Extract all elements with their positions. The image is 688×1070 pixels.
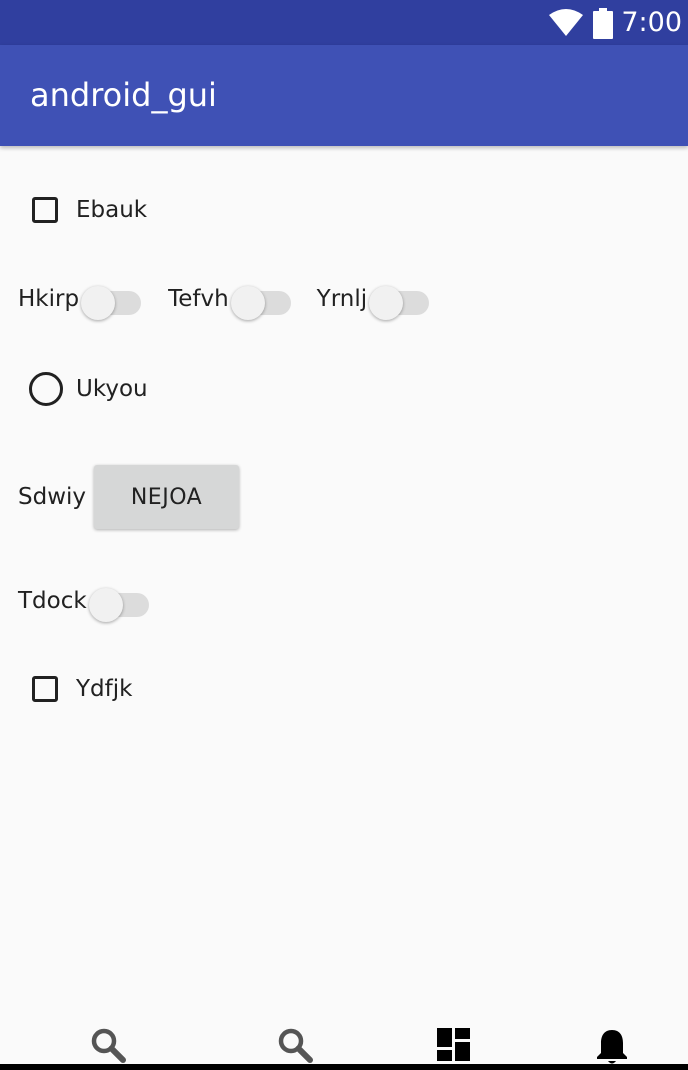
switches-row: Hkirp Tefvh Yrnlj [18,278,431,320]
nav-item-notifications[interactable] [592,1026,632,1066]
radio-ukyou-label: Ukyou [76,376,148,402]
switch-hkirp[interactable] [81,282,143,320]
sdwiy-label: Sdwiy [18,484,87,510]
switch-tdock-label: Tdock [18,588,87,614]
button-row-sdwiy: Sdwiy NEJOA [18,464,240,530]
bell-icon [597,1030,627,1064]
checkbox-row-ebauk[interactable]: Ebauk [0,192,147,228]
switch-yrnlj-label: Yrnlj [316,286,368,312]
nav-item-dashboard[interactable] [434,1026,474,1066]
dashboard-icon [437,1028,470,1061]
checkbox-ydfjk[interactable] [32,676,58,702]
app-bar: android_gui [0,45,688,146]
content-area: Ebauk Hkirp Tefvh Yrnlj Ukyou Sdwiy NEJO… [0,146,688,1016]
radio-row-ukyou[interactable]: Ukyou [0,370,148,408]
search-icon [91,1028,126,1063]
radio-ukyou[interactable] [29,372,63,406]
status-icons: 7:00 [549,4,682,42]
battery-icon [593,7,614,39]
switch-hkirp-thumb[interactable] [81,286,116,320]
app-title: android_gui [30,76,217,114]
switch-row-tdock: Tdock [18,580,151,622]
nav-item-search-1[interactable] [89,1026,129,1066]
status-bar: 7:00 [0,0,688,45]
switch-tefvh-label: Tefvh [168,286,229,312]
system-nav-edge [0,1064,688,1070]
nav-item-search-2[interactable] [276,1026,316,1066]
status-time: 7:00 [621,7,682,38]
switch-tefvh[interactable] [230,282,293,320]
nejoa-button[interactable]: NEJOA [94,465,240,529]
switch-group-tefvh[interactable]: Tefvh [168,282,293,320]
switch-yrnlj[interactable] [369,282,431,320]
switch-tdock[interactable] [88,584,151,622]
wifi-icon [549,9,584,36]
switch-group-tdock[interactable]: Tdock [18,584,151,622]
switch-yrnlj-thumb[interactable] [369,286,404,320]
search-icon [278,1028,313,1063]
switch-hkirp-label: Hkirp [18,286,80,312]
switch-tefvh-thumb[interactable] [230,286,265,320]
checkbox-ebauk-label: Ebauk [76,197,148,223]
switch-tdock-thumb[interactable] [88,588,123,622]
switch-group-hkirp[interactable]: Hkirp [18,282,143,320]
switch-group-yrnlj[interactable]: Yrnlj [316,282,431,320]
checkbox-row-ydfjk[interactable]: Ydfjk [0,671,132,707]
checkbox-ydfjk-label: Ydfjk [76,676,133,702]
bottom-nav [0,1016,688,1070]
checkbox-ebauk[interactable] [32,197,58,223]
